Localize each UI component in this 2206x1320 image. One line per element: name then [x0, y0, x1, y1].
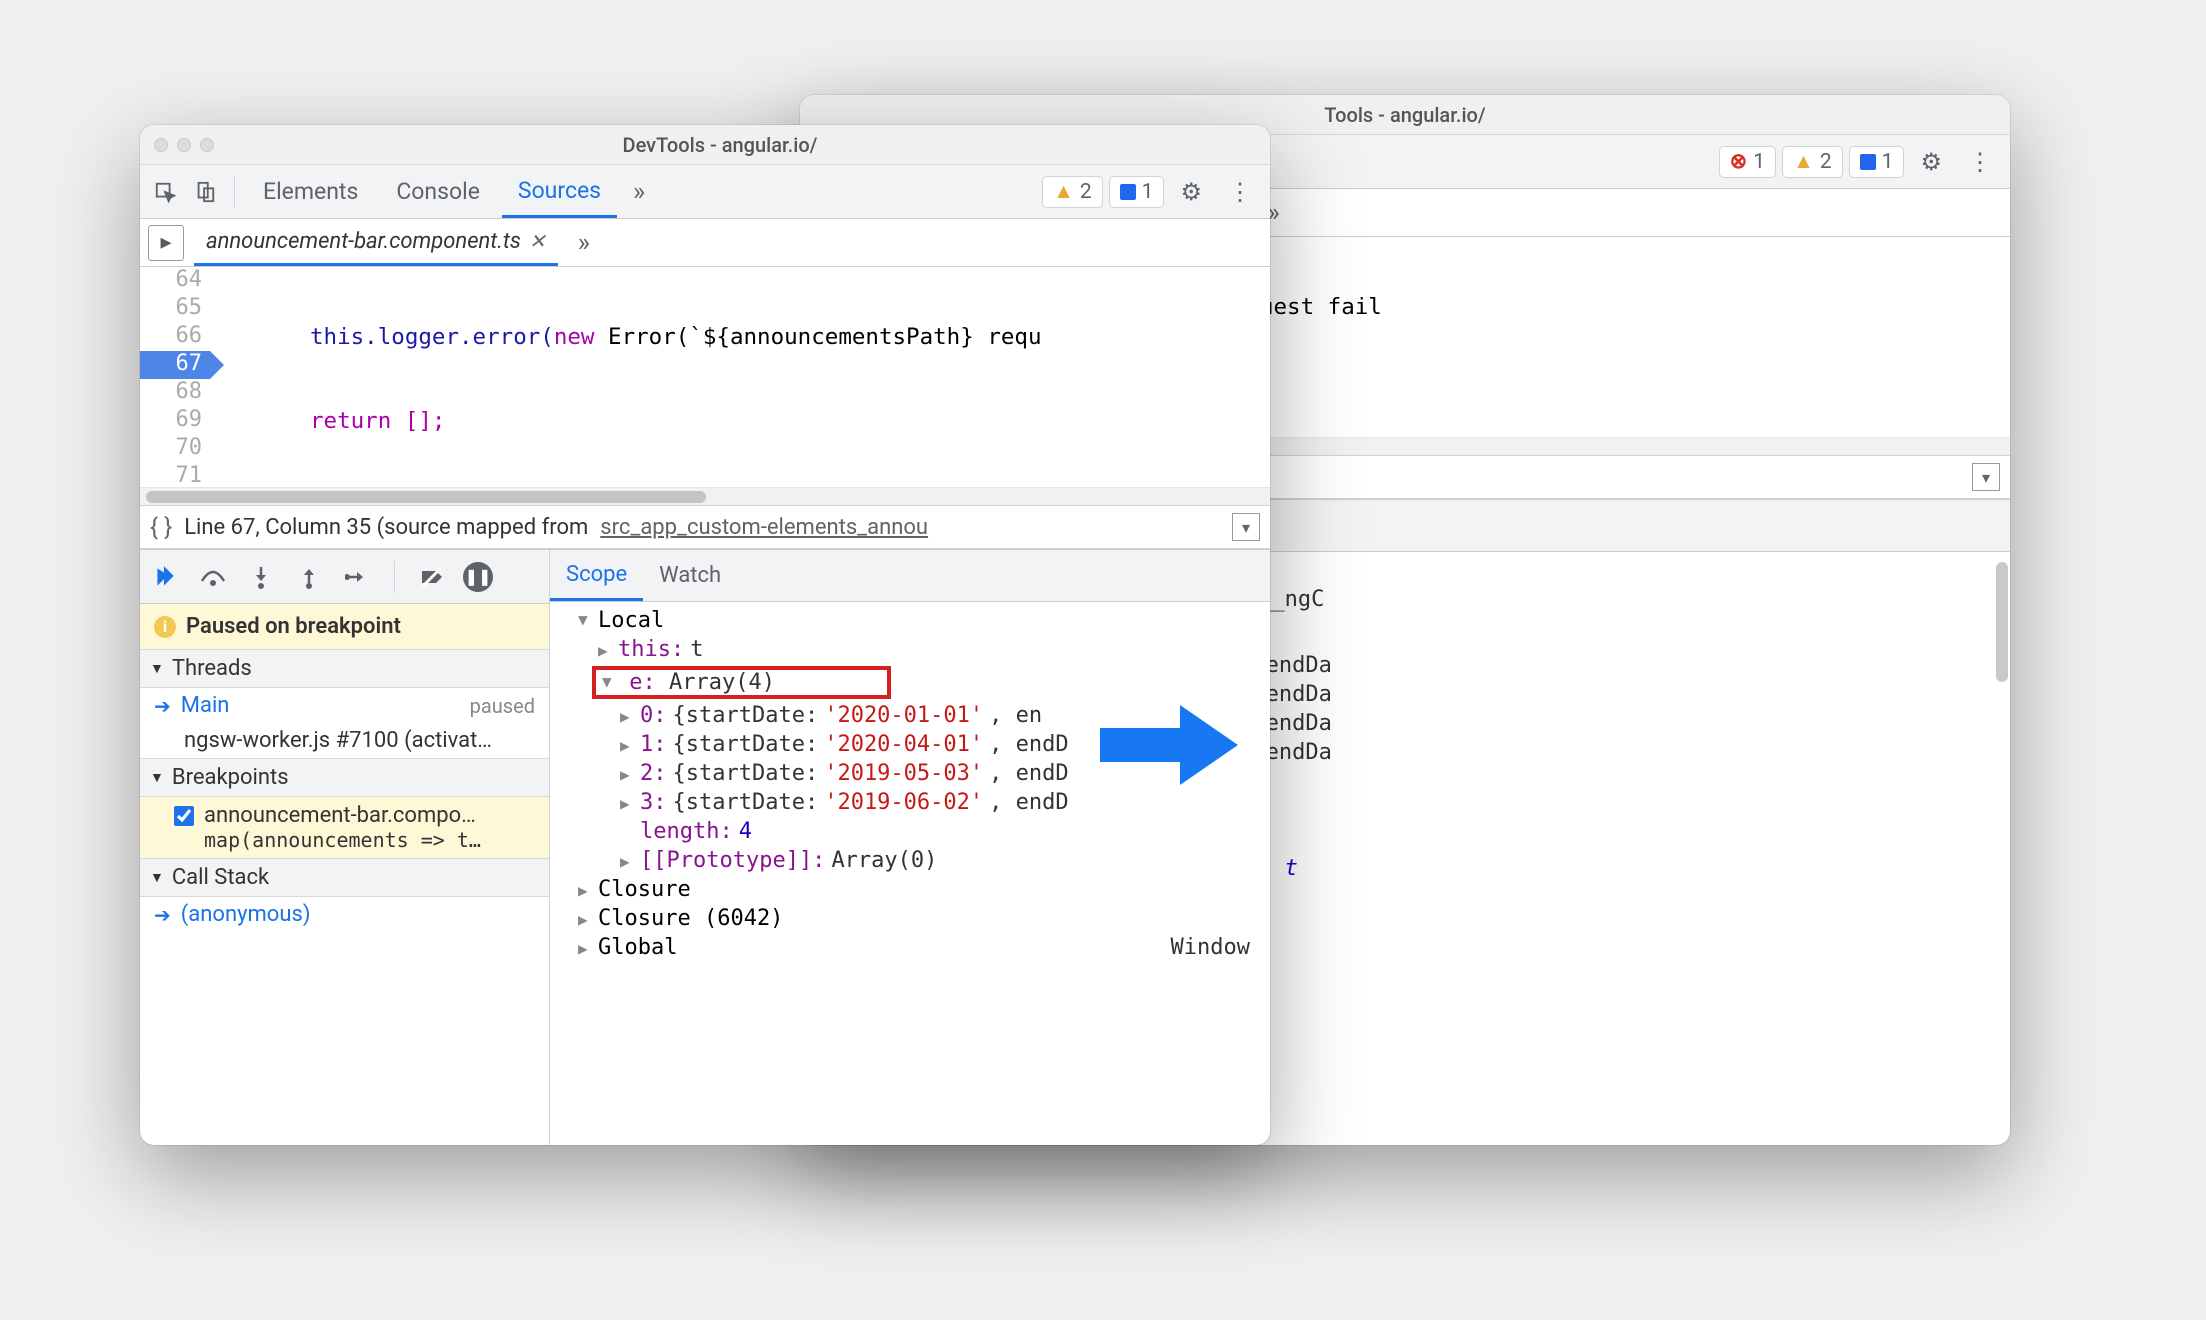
- breakpoint-checkbox[interactable]: [174, 806, 194, 826]
- section-callstack[interactable]: ▼Call Stack: [140, 858, 549, 897]
- callstack-frame[interactable]: ➔(anonymous): [140, 897, 549, 932]
- scope-global[interactable]: ▶GlobalWindow: [550, 933, 1270, 962]
- info-icon: i: [154, 616, 176, 638]
- scope-local[interactable]: ▼Local: [550, 606, 1270, 635]
- line-gutter[interactable]: 64 65 66 67 68 69 70 71: [140, 267, 210, 487]
- scope-closure-n[interactable]: ▶Closure (6042): [550, 904, 1270, 933]
- scope-closure[interactable]: ▶Closure: [550, 875, 1270, 904]
- tab-elements[interactable]: Elements: [247, 165, 374, 218]
- scope-e[interactable]: ▼ e: Array(4): [550, 664, 1270, 701]
- step-into-button[interactable]: [244, 560, 278, 594]
- bottom-pane: ❚❚ iPaused on breakpoint ▼Threads ➔Mainp…: [140, 549, 1270, 1145]
- dropdown-icon[interactable]: ▾: [1972, 463, 2000, 491]
- messages-badge[interactable]: 1: [1849, 146, 1905, 178]
- debugger-toolbar: ❚❚: [140, 550, 549, 604]
- warnings-badge[interactable]: ▲2: [1782, 146, 1843, 178]
- tab-console[interactable]: Console: [380, 165, 496, 218]
- gear-icon[interactable]: ⚙: [1170, 178, 1212, 206]
- comparison-arrow-icon: [1100, 700, 1240, 796]
- file-tabs: ▸ announcement-bar.component.ts ✕ »: [140, 219, 1270, 267]
- debugger-sidebar: ❚❚ iPaused on breakpoint ▼Threads ➔Mainp…: [140, 550, 550, 1145]
- window-title: DevTools - angular.io/: [184, 133, 1256, 157]
- h-scrollbar[interactable]: [140, 487, 1270, 505]
- cursor-pos: Line 67, Column 35 (source mapped from: [184, 515, 588, 540]
- close-button[interactable]: [154, 138, 168, 152]
- code-area: 64 65 66 67 68 69 70 71 this.logger.erro…: [140, 267, 1270, 487]
- step-over-button[interactable]: [196, 560, 230, 594]
- titlebar: DevTools - angular.io/: [140, 125, 1270, 165]
- close-icon[interactable]: ✕: [529, 229, 546, 253]
- main-tabs: Elements Console Sources » ▲2 1 ⚙ ⋮: [140, 165, 1270, 219]
- status-line: { } Line 67, Column 35 (source mapped fr…: [140, 505, 1270, 549]
- errors-badge[interactable]: ⊗1: [1719, 146, 1776, 178]
- kebab-icon[interactable]: ⋮: [1958, 148, 2002, 176]
- inspect-icon[interactable]: [148, 175, 182, 209]
- thread-main[interactable]: ➔Mainpaused: [140, 688, 549, 723]
- scope-body: ▼Local ▶this: t ▼ e: Array(4) ▶0: {start…: [550, 602, 1270, 1145]
- breakpoint-code: map(announcements => t…: [174, 828, 535, 852]
- more-tabs-icon[interactable]: »: [623, 177, 655, 207]
- file-tab-label: announcement-bar.component.ts: [206, 229, 521, 254]
- tab-watch[interactable]: Watch: [643, 550, 737, 601]
- pretty-print-icon[interactable]: { }: [150, 513, 172, 541]
- navigator-toggle-icon[interactable]: ▸: [148, 225, 184, 261]
- scope-length: ▶length: 4: [550, 817, 1270, 846]
- file-tab-component[interactable]: announcement-bar.component.ts ✕: [194, 219, 558, 266]
- tab-sources[interactable]: Sources: [502, 165, 617, 218]
- deactivate-bp-button[interactable]: [415, 560, 449, 594]
- dropdown-icon[interactable]: ▾: [1232, 513, 1260, 541]
- resume-button[interactable]: [148, 560, 182, 594]
- scope-proto[interactable]: ▶[[Prototype]]: Array(0): [550, 846, 1270, 875]
- breakpoint-entry[interactable]: announcement-bar.compo… map(announcement…: [140, 797, 549, 858]
- scope-this[interactable]: ▶this: t: [550, 635, 1270, 664]
- window-title: Tools - angular.io/: [814, 103, 1996, 127]
- devtools-window-left: DevTools - angular.io/ Elements Console …: [140, 125, 1270, 1145]
- source-map-link[interactable]: src_app_custom-elements_annou: [600, 515, 928, 540]
- step-button[interactable]: [340, 560, 374, 594]
- section-breakpoints[interactable]: ▼Breakpoints: [140, 758, 549, 797]
- device-toggle-icon[interactable]: [188, 175, 222, 209]
- scope-pane: Scope Watch ▼Local ▶this: t ▼ e: Array(4…: [550, 550, 1270, 1145]
- pointer-icon: ➔: [154, 694, 171, 718]
- gear-icon[interactable]: ⚙: [1910, 148, 1952, 176]
- step-out-button[interactable]: [292, 560, 326, 594]
- messages-badge[interactable]: 1: [1109, 176, 1165, 208]
- pause-on-exception-button[interactable]: ❚❚: [463, 562, 493, 592]
- kebab-icon[interactable]: ⋮: [1218, 178, 1262, 206]
- tab-scope[interactable]: Scope: [550, 550, 643, 601]
- thread-sw[interactable]: ngsw-worker.js #7100 (activat…: [140, 723, 549, 758]
- breakpoint-line[interactable]: 67: [140, 351, 210, 379]
- pointer-icon: ➔: [154, 903, 171, 927]
- warnings-badge[interactable]: ▲2: [1042, 176, 1103, 208]
- section-threads[interactable]: ▼Threads: [140, 649, 549, 688]
- paused-banner: iPaused on breakpoint: [140, 604, 549, 649]
- more-files-icon[interactable]: »: [568, 228, 600, 258]
- v-scrollbar[interactable]: [1996, 562, 2008, 682]
